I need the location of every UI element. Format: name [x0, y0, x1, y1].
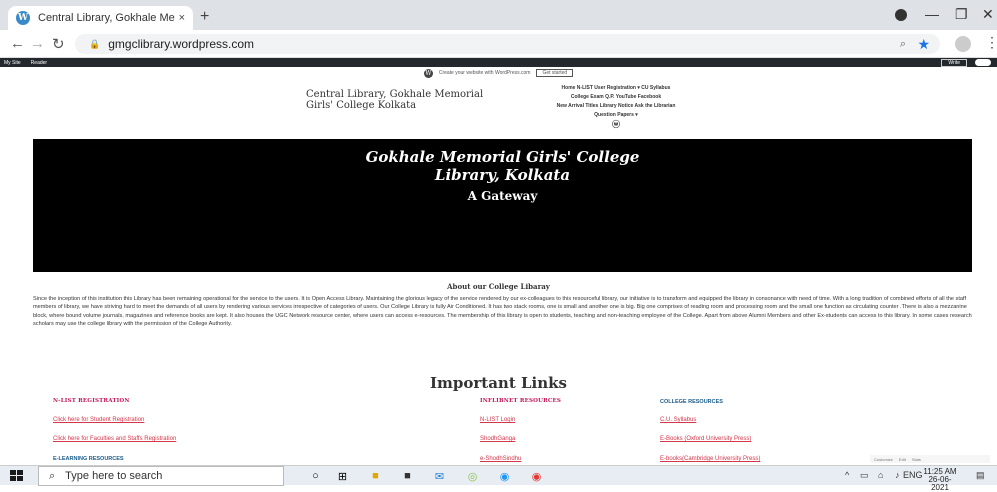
elearning-heading: E-LEARNING RESOURCES: [53, 456, 124, 462]
wordpress-favicon-icon: W: [16, 11, 30, 25]
faculty-registration-link[interactable]: Click here for Faculties and Staffs Regi…: [53, 436, 176, 442]
main-navigation: Home N-LIST User Registration ▾ CU Sylla…: [516, 84, 716, 129]
tab-close-icon[interactable]: ×: [179, 12, 185, 24]
notification-icon[interactable]: ▤: [976, 470, 985, 481]
file-explorer-icon[interactable]: ■: [368, 469, 383, 483]
bookmark-star-icon[interactable]: ★: [917, 36, 930, 53]
college-resources-heading: COLLEGE RESOURCES: [660, 399, 723, 405]
nlist-heading: N-LIST REGISTRATION: [53, 398, 130, 404]
links-column-nlist: N-LIST REGISTRATION: [53, 398, 130, 404]
about-body: Since the inception of this institution …: [33, 296, 972, 328]
nav-row-3[interactable]: New Arrival Titles Library Notice Ask th…: [516, 102, 716, 111]
tab-title: Central Library, Gokhale Memori: [38, 12, 175, 24]
address-bar-row: ← → ↻ 🔒 gmgclibrary.wordpress.com ⌕ ★: [0, 30, 997, 58]
wordpress-logo-icon: W: [423, 68, 433, 78]
menu-kebab-icon[interactable]: ⋮: [985, 34, 997, 51]
close-window-icon[interactable]: ✕: [982, 6, 994, 23]
store-icon[interactable]: ■: [400, 469, 415, 483]
eshodhsindhu-link[interactable]: e-ShodhSindhu: [480, 456, 521, 462]
minimize-icon[interactable]: —: [925, 6, 939, 22]
browser-tab-bar: W Central Library, Gokhale Memori × + — …: [0, 0, 997, 30]
wp-reader[interactable]: Reader: [31, 60, 47, 66]
browser-tab[interactable]: W Central Library, Gokhale Memori ×: [8, 6, 193, 30]
edit-link[interactable]: Edit: [899, 457, 906, 462]
url-text: gmgclibrary.wordpress.com: [108, 37, 255, 51]
forward-arrow-icon[interactable]: →: [30, 35, 45, 52]
cortana-icon[interactable]: ○: [308, 469, 323, 483]
nav-row-4[interactable]: Question Papers ▾: [516, 111, 716, 120]
edge-icon[interactable]: ◉: [497, 469, 512, 483]
clock-date: 26-06-2021: [928, 475, 952, 492]
lock-icon: 🔒: [89, 38, 101, 49]
stats-link[interactable]: Stats: [912, 457, 921, 462]
wp-widget-footer: Customize Edit Stats: [870, 455, 990, 463]
taskbar-search-placeholder: Type here to search: [65, 470, 163, 482]
hero-banner: Gokhale Memorial Girls' College Library,…: [33, 139, 972, 272]
cu-syllabus-link[interactable]: C.U. Syllabus: [660, 417, 696, 423]
tab-search-icon[interactable]: [895, 9, 907, 21]
browser-app-icon[interactable]: ◎: [465, 469, 480, 483]
system-clock[interactable]: 11:25 AM 26-06-2021: [920, 468, 960, 492]
wp-write-button[interactable]: Write: [941, 59, 967, 67]
tray-network-icon[interactable]: ▭: [860, 470, 869, 481]
reload-icon[interactable]: ↻: [52, 35, 65, 53]
volume-icon[interactable]: ♪: [895, 470, 900, 480]
chrome-icon[interactable]: ◉: [529, 469, 544, 483]
task-view-icon[interactable]: ⊞: [335, 469, 350, 483]
nlist-login-link[interactable]: N-LIST Login: [480, 417, 515, 423]
hero-title: Gokhale Memorial Girls' College Library,…: [33, 148, 972, 184]
inflibnet-heading: INFLIBNET RESOURCES: [480, 398, 562, 404]
oxford-ebooks-link[interactable]: E-Books (Oxford University Press): [660, 436, 751, 442]
get-started-button[interactable]: Get started: [536, 69, 574, 77]
wp-my-site[interactable]: My Site: [4, 60, 21, 66]
taskbar-search-box[interactable]: ⌕ Type here to search: [38, 466, 284, 486]
wp-admin-bar: My Site Reader Write: [0, 58, 997, 67]
cambridge-ebooks-link[interactable]: E-books(Cambridge University Press): [660, 456, 760, 462]
restore-icon[interactable]: ❐: [955, 6, 968, 23]
mail-icon[interactable]: ✉: [432, 469, 447, 483]
nav-wordpress-icon[interactable]: ⓦ: [516, 120, 716, 129]
promo-strip: W Create your website with WordPress.com…: [0, 67, 997, 79]
hero-title-line1: Gokhale Memorial Girls' College: [365, 148, 640, 166]
nav-row-1[interactable]: Home N-LIST User Registration ▾ CU Sylla…: [516, 84, 716, 93]
nav-row-2[interactable]: College Exam Q.P. YouTube Facebook: [516, 93, 716, 102]
about-heading: About our College Libaray: [447, 282, 550, 291]
hero-subtitle: A Gateway: [467, 189, 538, 203]
links-column-inflibnet: INFLIBNET RESOURCES: [480, 398, 561, 404]
shodhganga-link[interactable]: ShodhGanga: [480, 436, 515, 442]
search-icon: ⌕: [49, 469, 56, 482]
back-arrow-icon[interactable]: ←: [10, 35, 25, 52]
hero-title-line2: Library, Kolkata: [434, 166, 571, 184]
url-field[interactable]: 🔒 gmgclibrary.wordpress.com ⌕ ★: [75, 34, 940, 54]
tray-chevron-icon[interactable]: ^: [845, 470, 849, 480]
promo-text: Create your website with WordPress.com: [438, 70, 531, 76]
wp-user-avatar[interactable]: [975, 59, 991, 66]
site-title-line2: Girls' College Kolkata: [306, 100, 417, 111]
zoom-icon[interactable]: ⌕: [900, 38, 906, 51]
windows-taskbar: ⌕ Type here to search ○ ⊞ ■ ■ ✉ ◎ ◉ ◉ ^ …: [0, 465, 997, 492]
new-tab-button[interactable]: +: [200, 8, 209, 26]
windows-start-icon[interactable]: [10, 470, 23, 482]
site-title[interactable]: Central Library, Gokhale Memorial Girls'…: [306, 89, 483, 111]
customize-link[interactable]: Customize: [874, 457, 893, 462]
site-title-line1: Central Library, Gokhale Memorial: [306, 89, 484, 100]
important-links-heading: Important Links: [430, 374, 567, 392]
student-registration-link[interactable]: Click here for Student Registration: [53, 417, 144, 423]
links-column-college: COLLEGE RESOURCES: [660, 399, 723, 405]
profile-avatar[interactable]: [955, 36, 971, 52]
tray-wifi-icon[interactable]: ⌂: [878, 470, 883, 480]
